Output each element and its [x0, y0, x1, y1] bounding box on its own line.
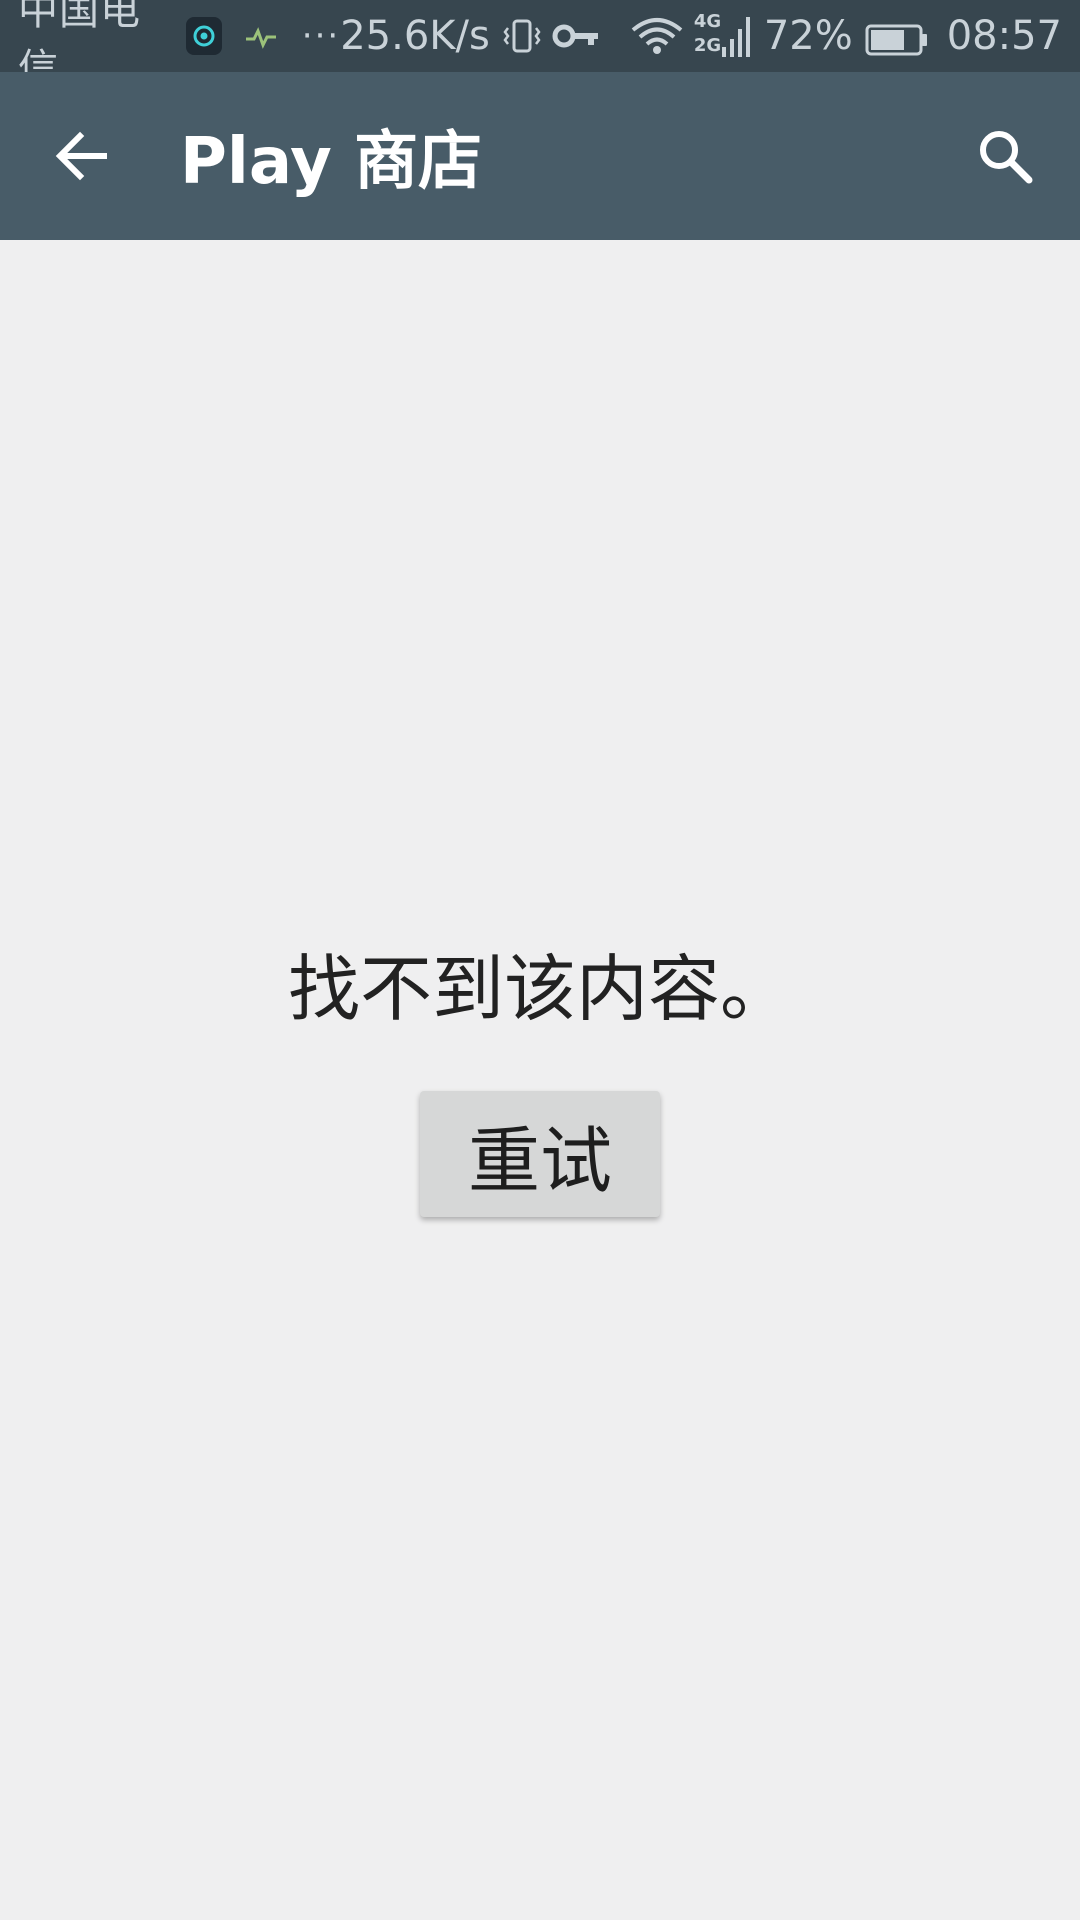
status-bar-right: 25.6K/s 4G 2G 72% 08:57 [340, 11, 1062, 61]
network-type-bottom: 2G [693, 35, 722, 56]
status-bar: 中国电信 ··· 25.6K/s 4G 2G 72% 08:57 [0, 0, 1080, 92]
wifi-icon [630, 16, 684, 56]
app-bar: Play 商店 [0, 72, 1080, 240]
content-area: 找不到该内容。 重试 [0, 240, 1080, 1920]
app-notification-icon-2 [242, 17, 280, 55]
more-notifications-icon: ··· [301, 16, 341, 56]
vpn-key-icon [552, 16, 602, 56]
arrow-back-icon [55, 131, 107, 181]
network-speed: 25.6K/s [340, 13, 490, 59]
signal-icon: 4G 2G [694, 11, 754, 61]
app-notification-icon [186, 17, 222, 55]
network-type-top: 4G [693, 11, 722, 32]
search-button[interactable] [970, 121, 1040, 191]
back-button[interactable] [50, 124, 114, 188]
error-message: 找不到该内容。 [287, 947, 792, 1031]
battery-icon [865, 20, 929, 56]
search-icon [980, 131, 1033, 184]
clock: 08:57 [946, 13, 1062, 59]
retry-button[interactable]: 重试 [420, 1091, 660, 1217]
battery-percent: 72% [763, 13, 853, 59]
page-title: Play 商店 [180, 125, 483, 199]
vibrate-icon [502, 16, 542, 56]
